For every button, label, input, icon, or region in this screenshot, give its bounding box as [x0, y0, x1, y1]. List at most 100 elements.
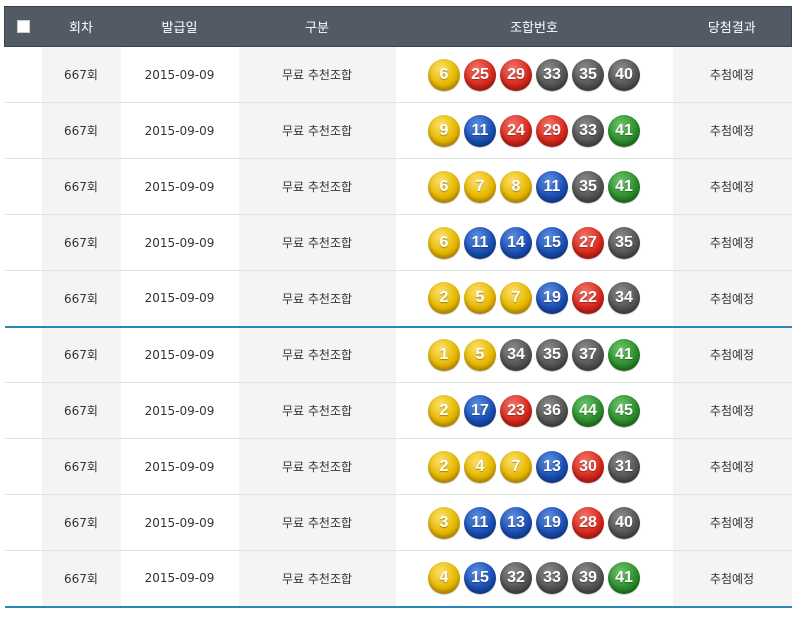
- round-cell: 667회: [41, 270, 121, 328]
- lotto-ball: 7: [500, 282, 532, 315]
- table-row: 667회 2015-09-09 무료 추천조합 1 5 34 35 37 41 추첨예정: [4, 326, 792, 383]
- lotto-ball: 40: [608, 58, 640, 91]
- round-cell: 667회: [41, 550, 121, 608]
- result-cell: 추첨예정: [672, 494, 792, 551]
- table-body: 667회 2015-09-09 무료 추천조합 6 25 29 33 35 40 추첨예정 667회…: [4, 46, 792, 608]
- lotto-ball: 6: [428, 226, 460, 259]
- category-cell: 무료 추천조합: [238, 326, 396, 383]
- table-row: 667회 2015-09-09 무료 추천조합 6 25 29 33 35 40 추첨예정: [4, 46, 792, 103]
- combination-cell: 9 11 24 29 33 41: [395, 102, 673, 159]
- combination-cell: 1 5 34 35 37 41: [395, 326, 673, 383]
- table-row: 667회 2015-09-09 무료 추천조합 2 4 7 13 30 31 추첨예정: [4, 438, 792, 495]
- issue-date-cell: 2015-09-09: [120, 438, 239, 495]
- lotto-ball: 33: [572, 114, 604, 147]
- combination-cell: 2 17 23 36 44 45: [395, 382, 673, 439]
- number-balls: 2 4 7 13 30 31: [396, 450, 673, 483]
- lotto-ball: 35: [536, 338, 568, 371]
- lotto-ball: 25: [464, 58, 496, 91]
- table-header: 회차 발급일 구분 조합번호 당첨결과: [4, 6, 792, 47]
- table-row: 667회 2015-09-09 무료 추천조합 2 17 23 36 44 45 추첨예정: [4, 382, 792, 439]
- table-row: 667회 2015-09-09 무료 추천조합 4 15 32 33 39 41 추첨예정: [4, 550, 792, 608]
- row-select-cell[interactable]: [4, 46, 42, 103]
- row-select-cell[interactable]: [4, 158, 42, 215]
- issue-date-cell: 2015-09-09: [120, 550, 239, 608]
- lotto-ball: 7: [500, 450, 532, 483]
- row-select-cell[interactable]: [4, 102, 42, 159]
- lotto-ball: 27: [572, 226, 604, 259]
- lotto-ball: 35: [572, 170, 604, 203]
- lotto-ball: 1: [428, 338, 460, 371]
- lotto-ball: 4: [464, 450, 496, 483]
- lotto-ball: 41: [608, 170, 640, 203]
- result-cell: 추첨예정: [672, 382, 792, 439]
- number-balls: 6 11 14 15 27 35: [396, 226, 673, 259]
- lotto-ball: 19: [536, 506, 568, 539]
- round-cell: 667회: [41, 214, 121, 271]
- header-issue-date: 발급일: [120, 6, 239, 47]
- round-cell: 667회: [41, 158, 121, 215]
- result-cell: 추첨예정: [672, 46, 792, 103]
- row-select-cell[interactable]: [4, 326, 42, 383]
- round-cell: 667회: [41, 382, 121, 439]
- lotto-ball: 3: [428, 506, 460, 539]
- lotto-ball: 41: [608, 562, 640, 595]
- row-select-cell[interactable]: [4, 270, 42, 328]
- lotto-ball: 13: [536, 450, 568, 483]
- header-result: 당첨결과: [672, 6, 792, 47]
- lotto-ball: 34: [608, 282, 640, 315]
- category-cell: 무료 추천조합: [238, 550, 396, 608]
- category-cell: 무료 추천조합: [238, 158, 396, 215]
- table-row: 667회 2015-09-09 무료 추천조합 9 11 24 29 33 41 추첨예정: [4, 102, 792, 159]
- issue-date-cell: 2015-09-09: [120, 46, 239, 103]
- issue-date-cell: 2015-09-09: [120, 214, 239, 271]
- lotto-ball: 41: [608, 338, 640, 371]
- lotto-ball: 32: [500, 562, 532, 595]
- lotto-ball: 13: [500, 506, 532, 539]
- lotto-ball: 15: [464, 562, 496, 595]
- row-select-cell[interactable]: [4, 382, 42, 439]
- lotto-ball: 19: [536, 282, 568, 315]
- lotto-ball: 17: [464, 394, 496, 427]
- number-balls: 3 11 13 19 28 40: [396, 506, 673, 539]
- round-cell: 667회: [41, 326, 121, 383]
- lotto-ball: 29: [500, 58, 532, 91]
- lotto-ball: 15: [536, 226, 568, 259]
- category-cell: 무료 추천조합: [238, 214, 396, 271]
- header-combination: 조합번호: [395, 6, 673, 47]
- row-select-cell[interactable]: [4, 494, 42, 551]
- combination-cell: 6 11 14 15 27 35: [395, 214, 673, 271]
- lotto-ball: 4: [428, 562, 460, 595]
- row-select-cell[interactable]: [4, 550, 42, 608]
- table-row: 667회 2015-09-09 무료 추천조합 2 5 7 19 22 34 추첨예정: [4, 270, 792, 328]
- combination-cell: 3 11 13 19 28 40: [395, 494, 673, 551]
- issue-date-cell: 2015-09-09: [120, 382, 239, 439]
- lotto-ball: 2: [428, 282, 460, 315]
- lotto-ball: 14: [500, 226, 532, 259]
- lotto-ball: 5: [464, 338, 496, 371]
- lotto-ball: 33: [536, 58, 568, 91]
- lotto-ball: 6: [428, 58, 460, 91]
- table-header-row: 회차 발급일 구분 조합번호 당첨결과: [4, 6, 792, 47]
- lotto-ball: 41: [608, 114, 640, 147]
- combination-cell: 4 15 32 33 39 41: [395, 550, 673, 608]
- lotto-ball: 37: [572, 338, 604, 371]
- lotto-ball: 8: [500, 170, 532, 203]
- table-row: 667회 2015-09-09 무료 추천조합 6 11 14 15 27 35 추첨예정: [4, 214, 792, 271]
- lotto-ball: 36: [536, 394, 568, 427]
- issue-date-cell: 2015-09-09: [120, 270, 239, 328]
- lotto-ball: 29: [536, 114, 568, 147]
- lotto-ball: 40: [608, 506, 640, 539]
- issue-date-cell: 2015-09-09: [120, 102, 239, 159]
- issue-date-cell: 2015-09-09: [120, 158, 239, 215]
- category-cell: 무료 추천조합: [238, 46, 396, 103]
- category-cell: 무료 추천조합: [238, 102, 396, 159]
- row-select-cell[interactable]: [4, 214, 42, 271]
- header-round: 회차: [41, 6, 121, 47]
- header-select-all[interactable]: [4, 6, 42, 47]
- table-row: 667회 2015-09-09 무료 추천조합 6 7 8 11 35 41 추첨예정: [4, 158, 792, 215]
- select-all-checkbox[interactable]: [16, 20, 30, 33]
- result-cell: 추첨예정: [672, 158, 792, 215]
- header-category: 구분: [238, 6, 396, 47]
- lotto-history-table: 회차 발급일 구분 조합번호 당첨결과 667회 2015-09-09 무료 추천조…: [4, 6, 792, 608]
- row-select-cell[interactable]: [4, 438, 42, 495]
